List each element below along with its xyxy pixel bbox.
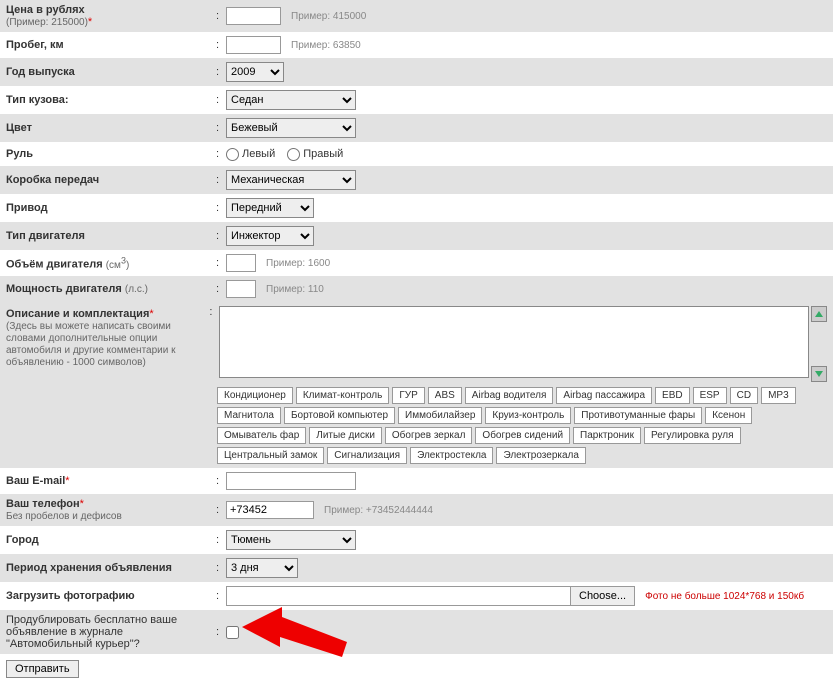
label-photo: Загрузить фотографию xyxy=(6,590,216,602)
wheel-right-radio[interactable] xyxy=(287,148,300,161)
feature-tag[interactable]: Иммобилайзер xyxy=(398,407,482,424)
color-select[interactable]: Бежевый xyxy=(226,118,356,138)
row-power: Мощность двигателя (л.с.) : Пример: 110 xyxy=(0,276,833,302)
scroll-up-icon[interactable] xyxy=(811,306,827,322)
row-engine-type: Тип двигателя : Инжектор xyxy=(0,222,833,250)
row-wheel: Руль : Левый Правый xyxy=(0,142,833,166)
email-input[interactable] xyxy=(226,472,356,490)
file-path-display xyxy=(226,586,571,606)
row-price: Цена в рублях(Пример: 215000)* : Пример:… xyxy=(0,0,833,32)
volume-hint: Пример: 1600 xyxy=(266,258,330,269)
feature-tag[interactable]: Центральный замок xyxy=(217,447,324,464)
submit-button[interactable]: Отправить xyxy=(6,660,79,678)
feature-tag[interactable]: ГУР xyxy=(392,387,424,404)
row-drive: Привод : Передний xyxy=(0,194,833,222)
feature-tag[interactable]: Парктроник xyxy=(573,427,641,444)
feature-tag[interactable]: Бортовой компьютер xyxy=(284,407,395,424)
price-hint: Пример: 415000 xyxy=(291,11,366,22)
feature-tag[interactable]: CD xyxy=(730,387,758,404)
feature-tag[interactable]: Климат-контроль xyxy=(296,387,389,404)
feature-tag[interactable]: Электрозеркала xyxy=(496,447,585,464)
feature-tag[interactable]: Обогрев сидений xyxy=(475,427,570,444)
city-select[interactable]: Тюмень xyxy=(226,530,356,550)
mileage-hint: Пример: 63850 xyxy=(291,40,361,51)
feature-tag[interactable]: Регулировка руля xyxy=(644,427,741,444)
row-photo: Загрузить фотографию : Choose... Фото не… xyxy=(0,582,833,610)
feature-tag[interactable]: Противотуманные фары xyxy=(574,407,702,424)
period-select[interactable]: 3 дня xyxy=(226,558,298,578)
year-select[interactable]: 2009 xyxy=(226,62,284,82)
feature-tag[interactable]: Airbag водителя xyxy=(465,387,554,404)
body-select[interactable]: Седан xyxy=(226,90,356,110)
volume-input[interactable] xyxy=(226,254,256,272)
feature-tag[interactable]: Ксенон xyxy=(705,407,752,424)
feature-tag[interactable]: Омыватель фар xyxy=(217,427,306,444)
feature-tag[interactable]: MP3 xyxy=(761,387,796,404)
choose-file-button[interactable]: Choose... xyxy=(570,586,635,606)
feature-tag[interactable]: ABS xyxy=(428,387,462,404)
label-wheel: Руль xyxy=(6,148,216,160)
label-year: Год выпуска xyxy=(6,66,216,78)
phone-hint: Пример: +73452444444 xyxy=(324,505,433,516)
row-email: Ваш E-mail* : xyxy=(0,468,833,494)
gearbox-select[interactable]: Механическая xyxy=(226,170,356,190)
feature-tag[interactable]: Круиз-контроль xyxy=(485,407,571,424)
label-power: Мощность двигателя (л.с.) xyxy=(6,283,216,295)
mileage-input[interactable] xyxy=(226,36,281,54)
label-mileage: Пробег, км xyxy=(6,39,216,51)
power-input[interactable] xyxy=(226,280,256,298)
description-textarea[interactable] xyxy=(219,306,809,378)
label-volume: Объём двигателя (см3) xyxy=(6,255,216,270)
feature-tag[interactable]: Airbag пассажира xyxy=(556,387,652,404)
feature-tag[interactable]: ESP xyxy=(693,387,727,404)
feature-tag[interactable]: Магнитола xyxy=(217,407,281,424)
label-duplicate: Продублировать бесплатно ваше объявление… xyxy=(6,614,216,650)
label-period: Период хранения объявления xyxy=(6,562,216,574)
row-body: Тип кузова: : Седан xyxy=(0,86,833,114)
row-duplicate: Продублировать бесплатно ваше объявление… xyxy=(0,610,833,654)
row-mileage: Пробег, км : Пример: 63850 xyxy=(0,32,833,58)
feature-tag[interactable]: Кондиционер xyxy=(217,387,293,404)
label-color: Цвет xyxy=(6,122,216,134)
label-drive: Привод xyxy=(6,202,216,214)
feature-tag[interactable]: Сигнализация xyxy=(327,447,407,464)
row-period: Период хранения объявления : 3 дня xyxy=(0,554,833,582)
row-gearbox: Коробка передач : Механическая xyxy=(0,166,833,194)
photo-warning: Фото не больше 1024*768 и 150кб xyxy=(645,591,804,602)
wheel-left-radio[interactable] xyxy=(226,148,239,161)
label-email: Ваш E-mail* xyxy=(6,475,216,487)
price-input[interactable] xyxy=(226,7,281,25)
row-color: Цвет : Бежевый xyxy=(0,114,833,142)
tags-container: КондиционерКлимат-контрольГУРABSAirbag в… xyxy=(217,387,817,464)
label-body: Тип кузова: xyxy=(6,94,216,106)
row-city: Город : Тюмень xyxy=(0,526,833,554)
drive-select[interactable]: Передний xyxy=(226,198,314,218)
label-gearbox: Коробка передач xyxy=(6,174,216,186)
row-description: Описание и комплектация*(Здесь вы можете… xyxy=(0,302,833,468)
feature-tag[interactable]: Литые диски xyxy=(309,427,382,444)
duplicate-checkbox[interactable] xyxy=(226,626,239,639)
scroll-down-icon[interactable] xyxy=(811,366,827,382)
row-submit: Отправить xyxy=(0,654,833,684)
power-hint: Пример: 110 xyxy=(266,284,324,295)
label-city: Город xyxy=(6,534,216,546)
label-description: Описание и комплектация*(Здесь вы можете… xyxy=(6,306,209,464)
feature-tag[interactable]: Обогрев зеркал xyxy=(385,427,473,444)
feature-tag[interactable]: Электростекла xyxy=(410,447,493,464)
label-phone: Ваш телефон*Без пробелов и дефисов xyxy=(6,498,216,522)
feature-tag[interactable]: EBD xyxy=(655,387,690,404)
label-engine-type: Тип двигателя xyxy=(6,230,216,242)
engine-type-select[interactable]: Инжектор xyxy=(226,226,314,246)
row-year: Год выпуска : 2009 xyxy=(0,58,833,86)
phone-input[interactable] xyxy=(226,501,314,519)
row-volume: Объём двигателя (см3) : Пример: 1600 xyxy=(0,250,833,276)
label-price: Цена в рублях(Пример: 215000)* xyxy=(6,4,216,28)
row-phone: Ваш телефон*Без пробелов и дефисов : При… xyxy=(0,494,833,526)
